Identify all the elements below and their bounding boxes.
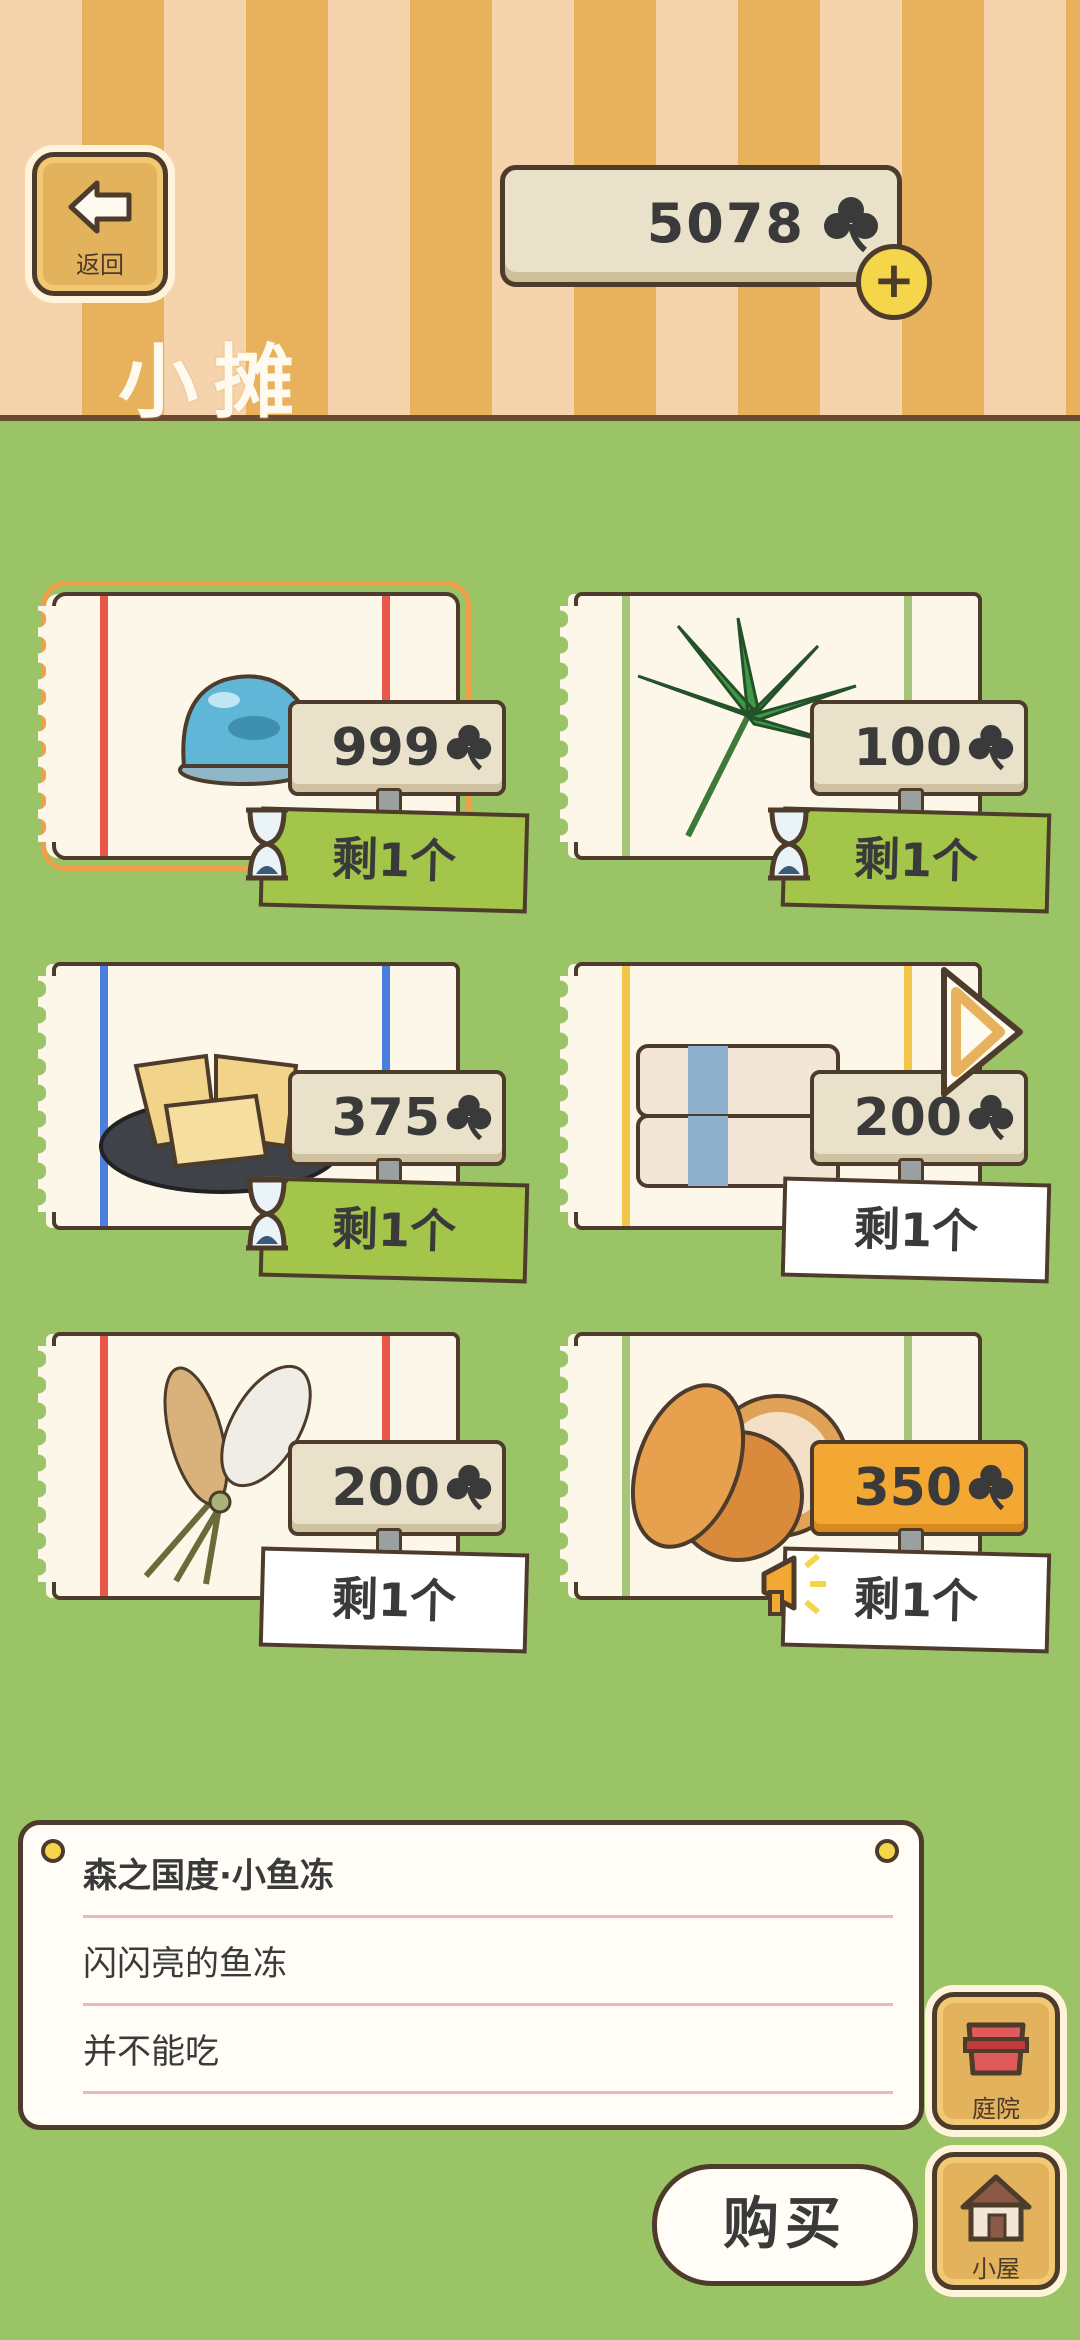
price-tag: 200 xyxy=(288,1440,506,1536)
stock-label: 剩1个 xyxy=(258,1176,530,1284)
yard-button[interactable]: 庭院 xyxy=(932,1992,1060,2130)
back-label: 返回 xyxy=(76,251,124,279)
back-button[interactable]: 返回 xyxy=(32,152,168,296)
item-price: 375 xyxy=(331,1088,440,1148)
house-label: 小屋 xyxy=(972,2255,1020,2283)
clover-icon xyxy=(446,1094,492,1141)
yard-label: 庭院 xyxy=(972,2095,1020,2123)
clover-icon xyxy=(446,724,492,771)
item-info-panel: 森之国度·小鱼冻 闪闪亮的鱼冻 并不能吃 xyxy=(18,1820,924,2130)
clover-icon xyxy=(968,724,1014,771)
item-price: 350 xyxy=(853,1458,962,1518)
price-tag: 999 xyxy=(288,700,506,796)
house-icon xyxy=(960,2174,1032,2242)
yard-basket-icon xyxy=(963,2022,1029,2076)
clover-icon xyxy=(824,197,878,253)
item-description-1: 闪闪亮的鱼冻 xyxy=(83,1925,893,2006)
price-tag: 350 xyxy=(810,1440,1028,1536)
price-tag: 375 xyxy=(288,1070,506,1166)
back-arrow-icon xyxy=(68,180,132,234)
clover-balance: 5078 xyxy=(500,165,902,287)
shop-item[interactable]: 200 剩1个 xyxy=(30,1332,530,1662)
stock-label: 剩1个 xyxy=(780,806,1052,914)
next-page-arrow-icon[interactable] xyxy=(936,962,1028,1102)
stock-label: 剩1个 xyxy=(258,806,530,914)
shop-item[interactable]: 999 剩1个 xyxy=(30,581,530,922)
hourglass-icon xyxy=(768,807,810,881)
pin-icon xyxy=(41,1839,65,1863)
clover-icon xyxy=(968,1464,1014,1511)
stock-label: 剩1个 xyxy=(780,1176,1052,1284)
buy-button[interactable]: 购买 xyxy=(652,2164,918,2286)
hourglass-icon xyxy=(246,807,288,881)
item-name: 森之国度·小鱼冻 xyxy=(83,1837,893,1918)
shop-item[interactable]: 375 剩1个 xyxy=(30,962,530,1292)
shop-item[interactable]: 350 剩1个 xyxy=(552,1332,1052,1662)
clover-icon xyxy=(446,1464,492,1511)
item-description-2: 并不能吃 xyxy=(83,2013,893,2094)
price-tag: 100 xyxy=(810,700,1028,796)
hourglass-icon xyxy=(246,1177,288,1251)
item-price: 100 xyxy=(853,718,962,778)
item-price: 200 xyxy=(331,1458,440,1518)
add-clover-button[interactable]: + xyxy=(856,244,932,320)
page-title: 小摊 xyxy=(118,336,310,429)
house-button[interactable]: 小屋 xyxy=(932,2152,1060,2290)
clover-count: 5078 xyxy=(646,192,805,255)
item-price: 999 xyxy=(331,718,440,778)
megaphone-icon xyxy=(761,1553,826,1616)
stock-label: 剩1个 xyxy=(258,1546,530,1654)
shop-item[interactable]: 100 剩1个 xyxy=(552,592,1052,922)
